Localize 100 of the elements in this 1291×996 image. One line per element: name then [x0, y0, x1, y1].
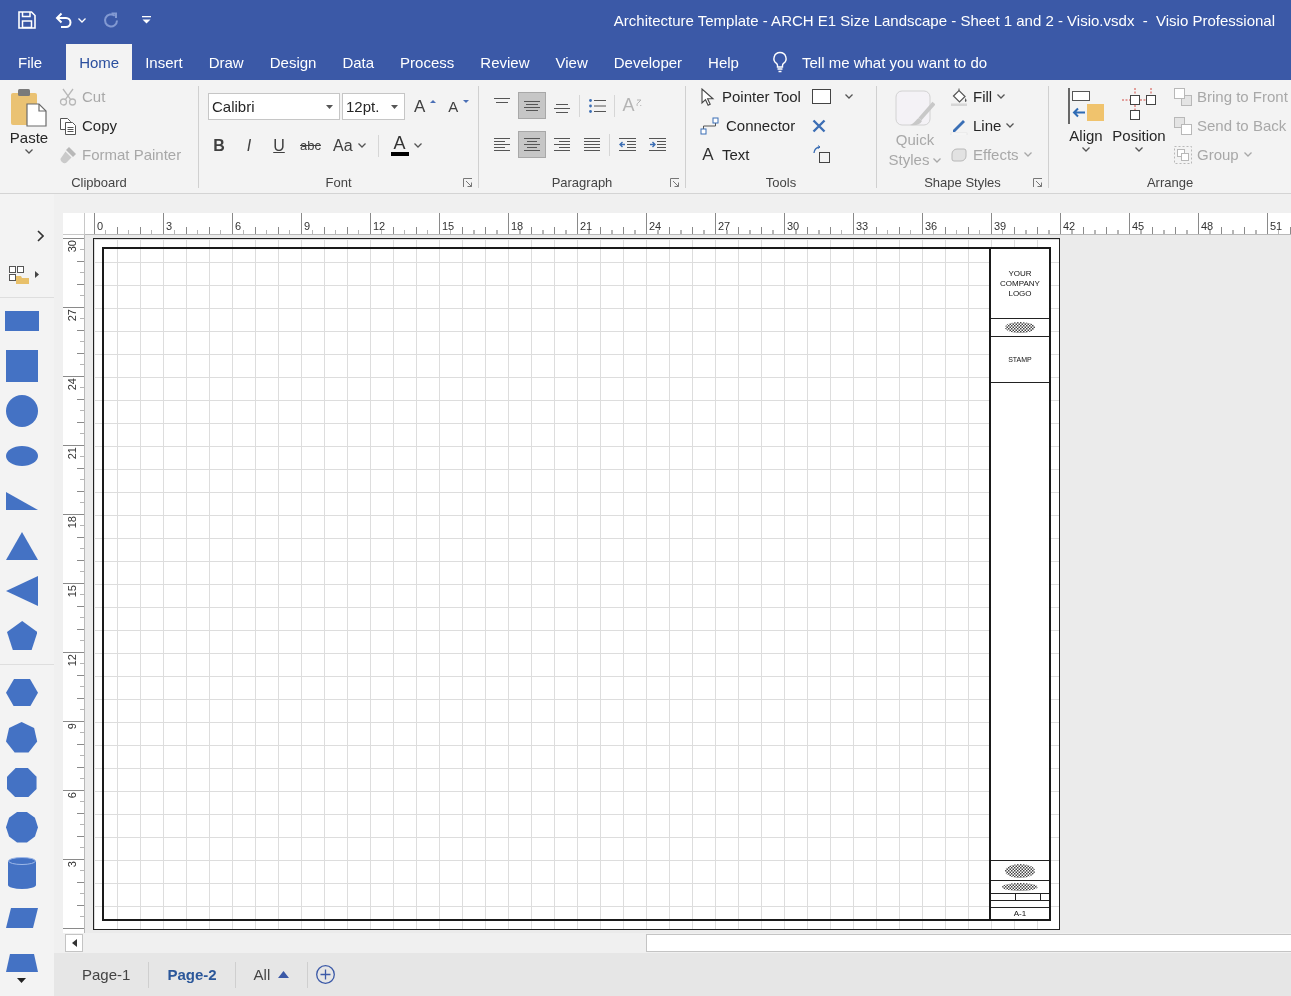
ruler-label: 42 [1063, 220, 1076, 232]
ribbon-tab[interactable]: Draw [195, 44, 257, 80]
align-center-button[interactable] [518, 131, 546, 158]
stacked-squares-icon [1174, 87, 1192, 106]
ruler-label: 15 [65, 585, 78, 598]
folder-grid-icon[interactable] [8, 264, 30, 285]
font-size-field[interactable]: 12pt. [342, 93, 405, 120]
page-tab[interactable]: Page-1 [64, 953, 149, 996]
bold-button[interactable]: B [205, 132, 233, 159]
caret-down-icon[interactable] [17, 978, 26, 983]
ribbon-tab[interactable]: Help [695, 44, 752, 80]
paste-button[interactable]: Paste [5, 80, 53, 173]
ribbon-tab[interactable]: Developer [600, 44, 696, 80]
decagon-icon[interactable] [6, 812, 38, 843]
scroll-left-button[interactable] [65, 934, 83, 952]
ribbon-tab[interactable]: View [542, 44, 601, 80]
align-middle-button[interactable] [518, 92, 546, 119]
logo-placeholder-text: YOUR COMPANY LOGO [999, 268, 1041, 299]
page-tab[interactable]: Page-2 [149, 953, 235, 996]
align-center-icon [524, 138, 540, 151]
copy-button[interactable]: Copy [55, 111, 186, 140]
align-top-icon [494, 98, 510, 103]
pentagon-icon[interactable] [6, 621, 38, 650]
group-label: Arrange [1146, 175, 1194, 190]
ruler-label: 12 [65, 654, 78, 667]
ruler-label: 9 [65, 723, 78, 730]
ruler-label: 36 [925, 220, 938, 232]
ruler-label: 9 [304, 220, 311, 232]
ruler-label: 3 [65, 861, 78, 868]
right-triangle-icon[interactable] [6, 491, 38, 510]
parallelogram-icon[interactable] [6, 907, 38, 928]
trapezoid-icon[interactable] [6, 953, 38, 972]
ribbon-tab[interactable]: Home [66, 44, 133, 80]
group-label: Shape Styles [924, 175, 1001, 190]
left-triangle-icon[interactable] [6, 575, 38, 606]
align-button[interactable]: Align [1062, 80, 1110, 173]
chevron-down-icon [933, 158, 942, 164]
strikethrough-button[interactable]: abc [295, 132, 326, 159]
window-title: Architecture Template - ARCH E1 Size Landscape - Sheet 1 and 2 - Visio.vsdx - Visio Professional [613, 11, 1275, 29]
group-label: Clipboard [71, 175, 127, 190]
caret-left-icon [71, 939, 77, 947]
heptagon-icon[interactable] [6, 722, 38, 753]
decrease-indent-icon [618, 138, 636, 151]
ribbon-tab[interactable]: Insert [132, 44, 196, 80]
text-tool-button[interactable]: A Text [695, 140, 806, 169]
connector-tool-button[interactable]: Connector [695, 111, 806, 140]
square-icon[interactable] [6, 349, 38, 382]
italic-button[interactable]: I [235, 132, 263, 159]
bullet-list-icon [588, 98, 606, 113]
pointer-icon [700, 87, 716, 106]
tell-me-field[interactable]: Tell me what you want to do [801, 50, 1102, 74]
caret-right-icon [35, 271, 39, 278]
chevron-right-icon[interactable] [37, 230, 44, 242]
ruler-label: 30 [787, 220, 800, 232]
dialog-launcher-icon[interactable] [1033, 177, 1043, 188]
font-color-button[interactable]: A [385, 132, 427, 159]
line-button[interactable]: Line [946, 111, 1036, 140]
ruler-label: 3 [166, 220, 173, 232]
ellipse-icon[interactable] [6, 445, 38, 466]
ruler-label: 18 [511, 220, 524, 232]
shrink-font-button[interactable]: A [443, 93, 475, 120]
ruler-label: 18 [65, 516, 78, 529]
pointer-tool-button[interactable]: Pointer Tool [695, 82, 806, 111]
grow-font-button[interactable]: A [409, 93, 442, 120]
underline-button[interactable]: U [265, 132, 293, 159]
ribbon-tab[interactable]: Design [256, 44, 330, 80]
octagon-icon[interactable] [7, 767, 37, 798]
chevron-down-icon [1082, 147, 1090, 152]
triangle-icon[interactable] [6, 531, 38, 560]
position-button[interactable]: Position [1110, 80, 1168, 173]
add-page-icon[interactable] [316, 965, 336, 984]
ribbon-tab[interactable]: Review [467, 44, 543, 80]
ribbon-tab[interactable]: File [5, 44, 56, 80]
rounded-shape-icon [950, 145, 968, 164]
ruler-label: 51 [1270, 220, 1283, 232]
dialog-launcher-icon[interactable] [670, 177, 680, 188]
copy-icon [59, 116, 77, 135]
cylinder-icon[interactable] [8, 856, 36, 889]
increase-indent-icon [648, 138, 666, 151]
hexagon-icon[interactable] [6, 678, 38, 707]
justify-icon [584, 138, 600, 151]
ribbon-tab[interactable]: Data [329, 44, 388, 80]
group-label: Paragraph [551, 175, 613, 190]
ruler-label: 12 [373, 220, 386, 232]
hatched-oval-icon [1002, 883, 1038, 891]
sheet-number: A-1 [1013, 909, 1027, 918]
all-pages-button[interactable]: All [235, 953, 308, 996]
change-case-button[interactable]: Aa [327, 132, 371, 159]
chevron-down-icon [413, 143, 422, 148]
dialog-launcher-icon[interactable] [463, 177, 473, 188]
paint-bucket-icon [950, 87, 968, 106]
chevron-down-icon [1023, 152, 1032, 157]
group-label: Font [325, 175, 352, 190]
fill-button[interactable]: Fill [946, 82, 1036, 111]
ruler-label: 33 [856, 220, 869, 232]
scroll-thumb[interactable] [646, 934, 1291, 952]
ribbon-tab[interactable]: Process [387, 44, 468, 80]
circle-icon[interactable] [6, 394, 38, 427]
font-name-field[interactable]: Calibri [208, 93, 340, 120]
rectangle-icon[interactable] [5, 310, 39, 331]
